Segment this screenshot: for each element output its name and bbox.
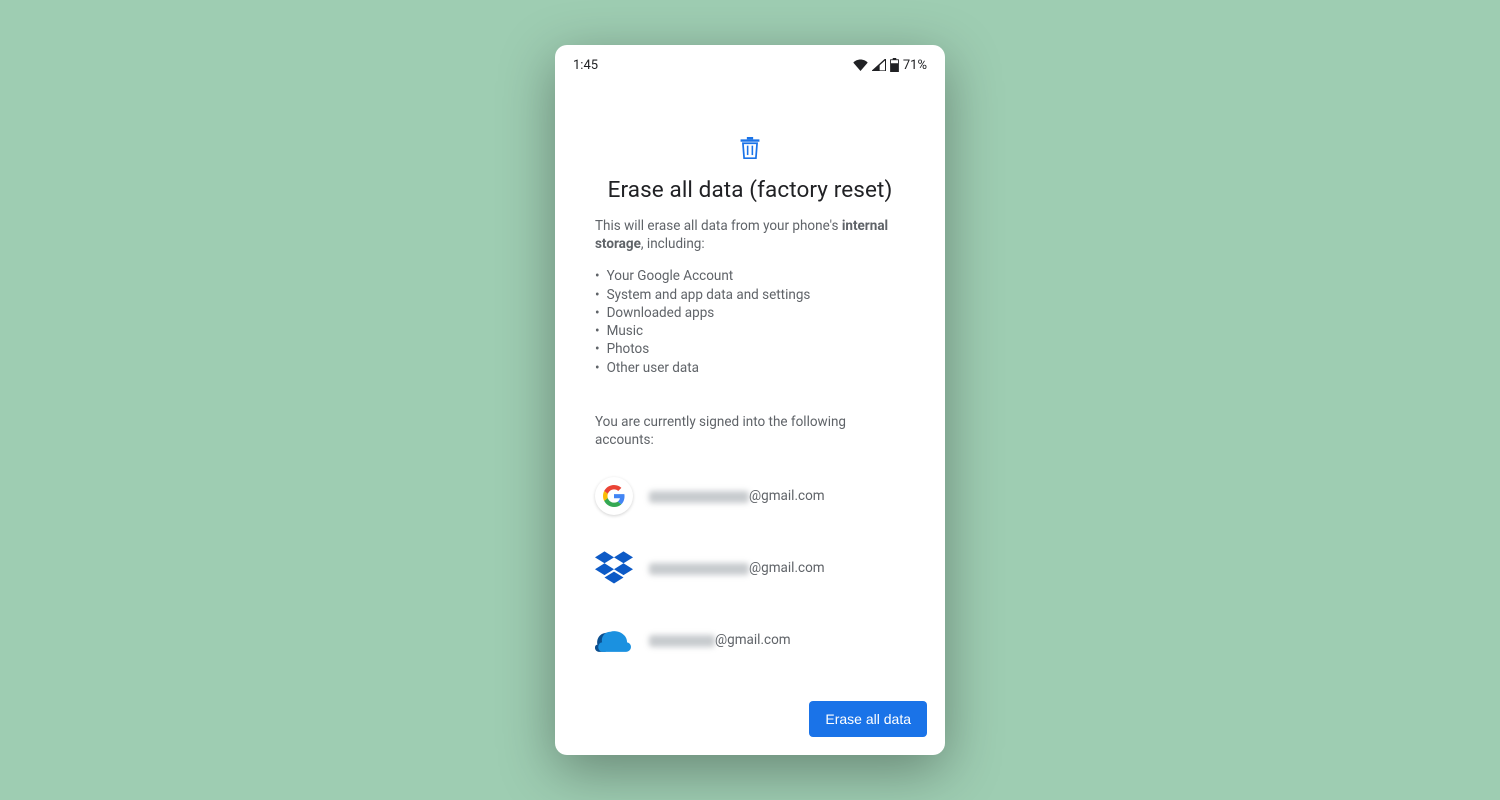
account-email: @gmail.com (649, 488, 825, 504)
status-time: 1:45 (573, 58, 598, 73)
status-icons: 71% (853, 58, 927, 73)
description-prefix: This will erase all data from your phone… (595, 218, 842, 234)
status-bar: 1:45 71% (555, 51, 945, 79)
trash-icon (595, 137, 905, 159)
email-suffix: @gmail.com (715, 632, 791, 648)
main-content: Erase all data (factory reset) This will… (555, 79, 945, 755)
account-row-dropbox: @gmail.com (595, 549, 905, 587)
phone-frame: 1:45 71% Erase all data (factory (555, 45, 945, 755)
account-email: @gmail.com (649, 560, 825, 576)
redacted-text (649, 563, 749, 575)
wifi-icon (853, 59, 868, 71)
description: This will erase all data from your phone… (595, 217, 905, 253)
erase-all-data-button[interactable]: Erase all data (809, 701, 927, 737)
bullet-item: System and app data and settings (595, 286, 905, 304)
google-icon (595, 477, 633, 515)
page-title: Erase all data (factory reset) (595, 177, 905, 203)
bullet-item: Other user data (595, 359, 905, 377)
footer: Erase all data (809, 701, 927, 737)
battery-percentage: 71% (903, 58, 927, 73)
description-suffix: , including: (641, 236, 705, 252)
dropbox-icon (595, 549, 633, 587)
account-email: @gmail.com (649, 632, 791, 648)
cell-signal-icon (872, 59, 886, 71)
email-suffix: @gmail.com (749, 488, 825, 504)
email-suffix: @gmail.com (749, 560, 825, 576)
redacted-text (649, 491, 749, 503)
bullet-item: Your Google Account (595, 267, 905, 285)
account-row-google: @gmail.com (595, 477, 905, 515)
accounts-label: You are currently signed into the follow… (595, 413, 905, 449)
redacted-text (649, 635, 715, 647)
account-row-onedrive: @gmail.com (595, 621, 905, 659)
bullet-item: Downloaded apps (595, 304, 905, 322)
bullet-item: Photos (595, 340, 905, 358)
onedrive-icon (595, 621, 633, 659)
erase-bullets: Your Google Account System and app data … (595, 267, 905, 376)
battery-icon (890, 58, 899, 72)
bullet-item: Music (595, 322, 905, 340)
